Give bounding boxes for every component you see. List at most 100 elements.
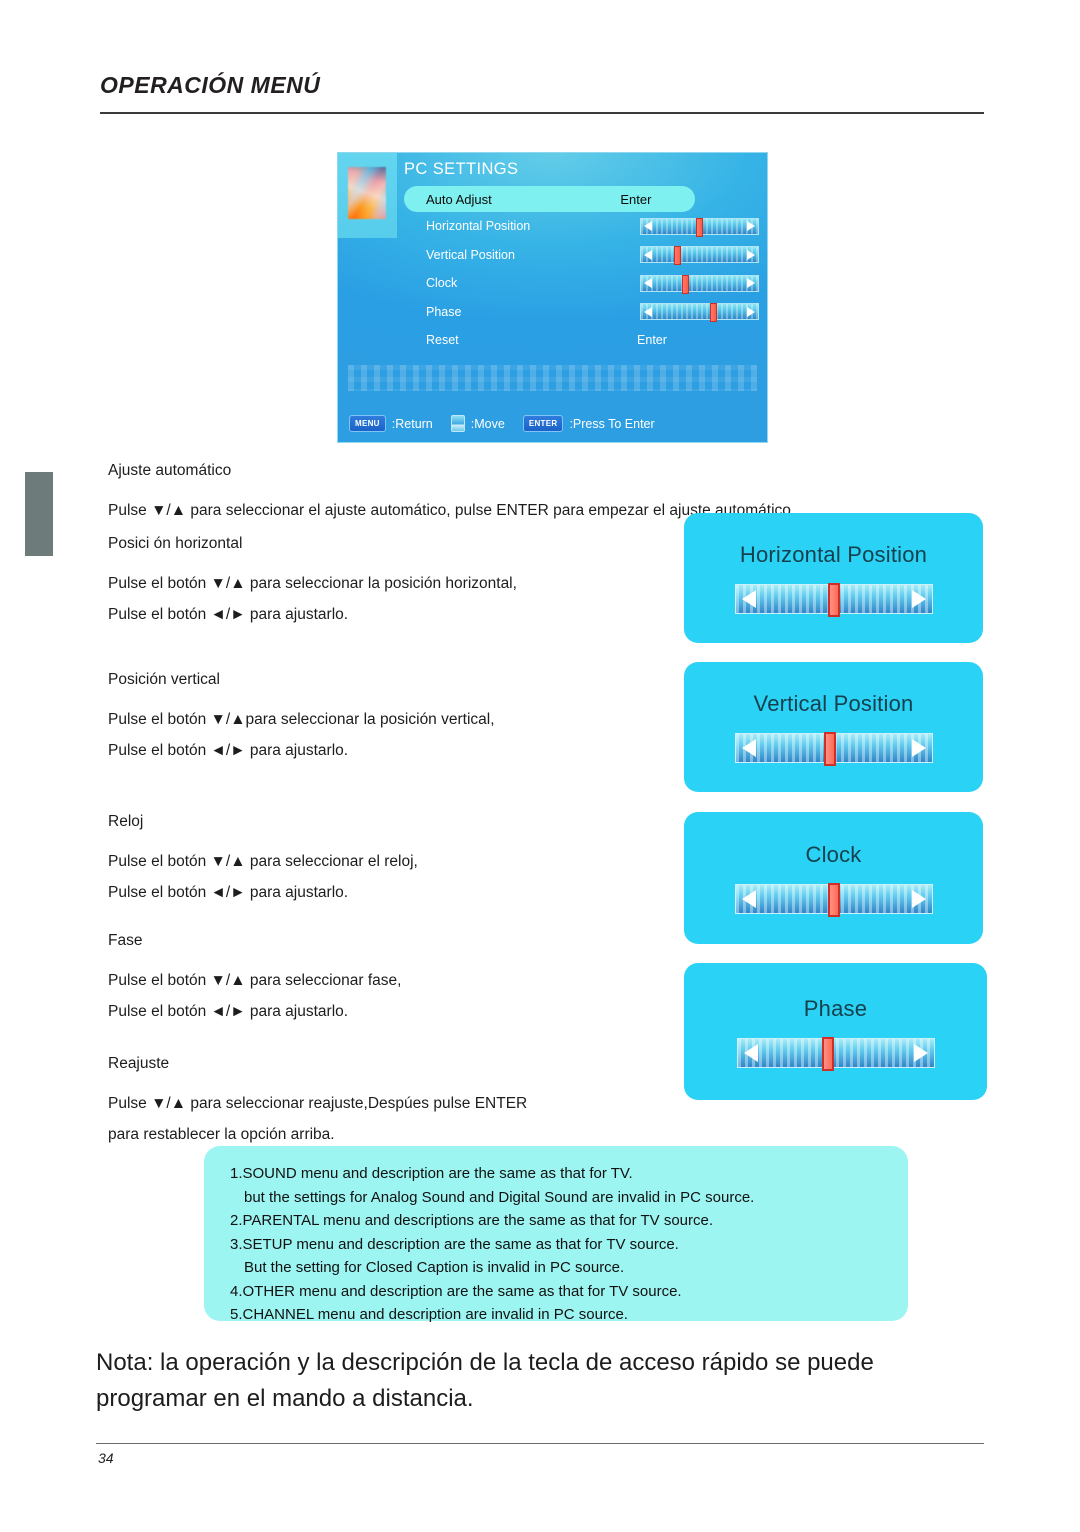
callout-phase: Phase: [684, 963, 987, 1100]
pc-source-note-box: 1.SOUND menu and description are the sam…: [204, 1146, 908, 1323]
section-line: Pulse el botón ▼/▲ para seleccionar el r…: [108, 853, 418, 870]
slider-thumb[interactable]: [827, 583, 840, 617]
callout-title: Phase: [803, 995, 868, 1021]
note-line: 5.CHANNEL menu and description are inval…: [230, 1306, 628, 1323]
slider-left-arrow-icon[interactable]: [643, 306, 652, 317]
osd-row-label: Vertical Position: [426, 247, 515, 262]
slider-left-arrow-icon[interactable]: [643, 221, 652, 232]
section-heading: Reajuste: [108, 1055, 170, 1072]
section-5: Fase Pulse el botón ▼/▲ para seleccionar …: [108, 925, 401, 1027]
slider-right-arrow-icon[interactable]: [747, 221, 755, 232]
section-heading: Posición vertical: [108, 671, 220, 688]
section-heading: Fase: [108, 932, 143, 949]
callout-horizontal-position: Horizontal Position: [684, 513, 983, 643]
note-line: But the setting for Closed Caption is in…: [244, 1259, 625, 1276]
osd-row-label: Horizontal Position: [426, 219, 531, 234]
slider-right-arrow-icon[interactable]: [913, 1043, 928, 1062]
callout-clock: Clock: [684, 812, 983, 944]
note-line: 1.SOUND menu and description are the sam…: [230, 1165, 633, 1182]
callout-slider[interactable]: [734, 583, 933, 617]
osd-row-phase: Phase: [404, 298, 759, 327]
osd-menu-title: PC SETTINGS: [404, 160, 519, 178]
section-line: Pulse el botón ◄/► para ajustarlo.: [108, 742, 349, 759]
slider-right-arrow-icon[interactable]: [747, 278, 755, 289]
osd-menu-rows: Auto Adjust Enter Horizontal Position Verti…: [404, 184, 759, 355]
slider-right-arrow-icon[interactable]: [911, 739, 926, 757]
slider-left-arrow-icon[interactable]: [643, 278, 652, 289]
section-line: Pulse el botón ◄/► para ajustarlo.: [108, 606, 349, 623]
callout-title: Clock: [805, 842, 862, 867]
section-line: Pulse el botón ▼/▲para seleccionar la po…: [108, 711, 495, 728]
pc-preview-thumbnail-icon: [348, 167, 386, 219]
nav-key-action: :Move: [470, 416, 505, 431]
slider-thumb[interactable]: [681, 274, 689, 294]
bottom-note-line-1: Nota: la operación y la descripción de l…: [96, 1349, 874, 1376]
osd-row-reset: Reset Enter: [404, 326, 759, 355]
osd-row-value: Enter: [620, 191, 652, 207]
osd-pc-settings-screenshot: PC SETTINGS Auto Adjust Enter Horizontal P…: [337, 152, 768, 443]
slider-thumb[interactable]: [673, 246, 681, 266]
page-title: OPERACIÓN MENÚ: [100, 72, 321, 98]
language-side-tab: Español: [25, 472, 75, 556]
bottom-note-line-2: programar en el mando a distancia.: [96, 1385, 474, 1412]
section-heading: Posici ón horizontal: [108, 535, 243, 552]
enter-key-action: :Press To Enter: [569, 416, 655, 431]
callout-title: Horizontal Position: [739, 542, 928, 567]
slider-thumb[interactable]: [695, 217, 703, 237]
dpad-nav-icon: [450, 415, 465, 432]
section-line: Pulse el botón ◄/► para ajustarlo.: [108, 1003, 349, 1020]
note-line: but the settings for Analog Sound and Di…: [244, 1188, 755, 1206]
callout-slider[interactable]: [734, 883, 933, 917]
section-heading: Reloj: [108, 813, 144, 830]
osd-row-value: Enter: [637, 333, 667, 348]
section-3: Posición vertical Pulse el botón ▼/▲para …: [108, 664, 495, 766]
callout-vertical-position: Vertical Position: [684, 662, 983, 792]
slider-thumb[interactable]: [821, 1036, 834, 1071]
section-heading: Ajuste automático: [108, 462, 232, 479]
osd-row-vertical-position: Vertical Position: [404, 241, 759, 270]
slider-right-arrow-icon[interactable]: [911, 890, 926, 908]
note-line: 4.OTHER menu and description are the sam…: [230, 1282, 682, 1300]
slider-left-arrow-icon[interactable]: [741, 739, 756, 757]
note-line: 2.PARENTAL menu and descriptions are the…: [230, 1212, 714, 1229]
osd-row-auto-adjust: Auto Adjust Enter: [404, 186, 695, 212]
slider-left-arrow-icon[interactable]: [741, 590, 756, 608]
menu-key-action: :Return: [391, 416, 433, 431]
section-4: Reloj Pulse el botón ▼/▲ para seleccionar…: [108, 806, 418, 908]
slider-thumb[interactable]: [827, 883, 840, 917]
page-header: OPERACIÓN MENÚ: [100, 72, 984, 114]
menu-key-icon: MENU: [349, 415, 386, 432]
footer-divider: [96, 1443, 984, 1444]
osd-row-label: Reset: [426, 333, 459, 348]
osd-footer-hints: MENU :Return :Move ENTER :Press To Enter: [349, 415, 667, 432]
section-2: Posici ón horizontal Pulse el botón ▼/▲ p…: [108, 528, 517, 630]
language-side-tab-label: Español: [60, 490, 75, 538]
section-line: Pulse ▼/▲ para seleccionar reajuste,Desp…: [108, 1095, 528, 1112]
page-number: 34: [98, 1450, 114, 1466]
slider-left-arrow-icon[interactable]: [743, 1043, 758, 1062]
section-line: Pulse el botón ▼/▲ para seleccionar fase…: [108, 972, 402, 989]
osd-row-label: Auto Adjust: [426, 191, 492, 207]
bottom-note: Nota: la operación y la descripción de l…: [96, 1345, 966, 1417]
osd-row-label: Phase: [426, 304, 462, 319]
osd-slider[interactable]: [639, 246, 759, 266]
slider-left-arrow-icon[interactable]: [643, 249, 652, 260]
slider-right-arrow-icon[interactable]: [747, 249, 755, 260]
slider-right-arrow-icon[interactable]: [747, 306, 755, 317]
osd-slider[interactable]: [639, 274, 759, 294]
osd-slider[interactable]: [639, 303, 759, 323]
note-line: 3.SETUP menu and description are the sam…: [230, 1235, 679, 1253]
section-6: Reajuste Pulse ▼/▲ para seleccionar reaju…: [108, 1048, 527, 1150]
osd-row-horizontal-position: Horizontal Position: [404, 212, 759, 241]
slider-left-arrow-icon[interactable]: [741, 890, 756, 908]
osd-slider[interactable]: [639, 217, 759, 237]
callout-slider[interactable]: [736, 1036, 935, 1071]
slider-thumb[interactable]: [823, 732, 836, 766]
slider-right-arrow-icon[interactable]: [911, 590, 926, 608]
osd-row-label: Clock: [426, 276, 458, 291]
callout-title: Vertical Position: [753, 691, 914, 716]
osd-preview-thumbnail: [338, 153, 397, 238]
slider-thumb[interactable]: [709, 303, 717, 323]
enter-key-icon: ENTER: [522, 415, 564, 432]
callout-slider[interactable]: [734, 732, 933, 766]
